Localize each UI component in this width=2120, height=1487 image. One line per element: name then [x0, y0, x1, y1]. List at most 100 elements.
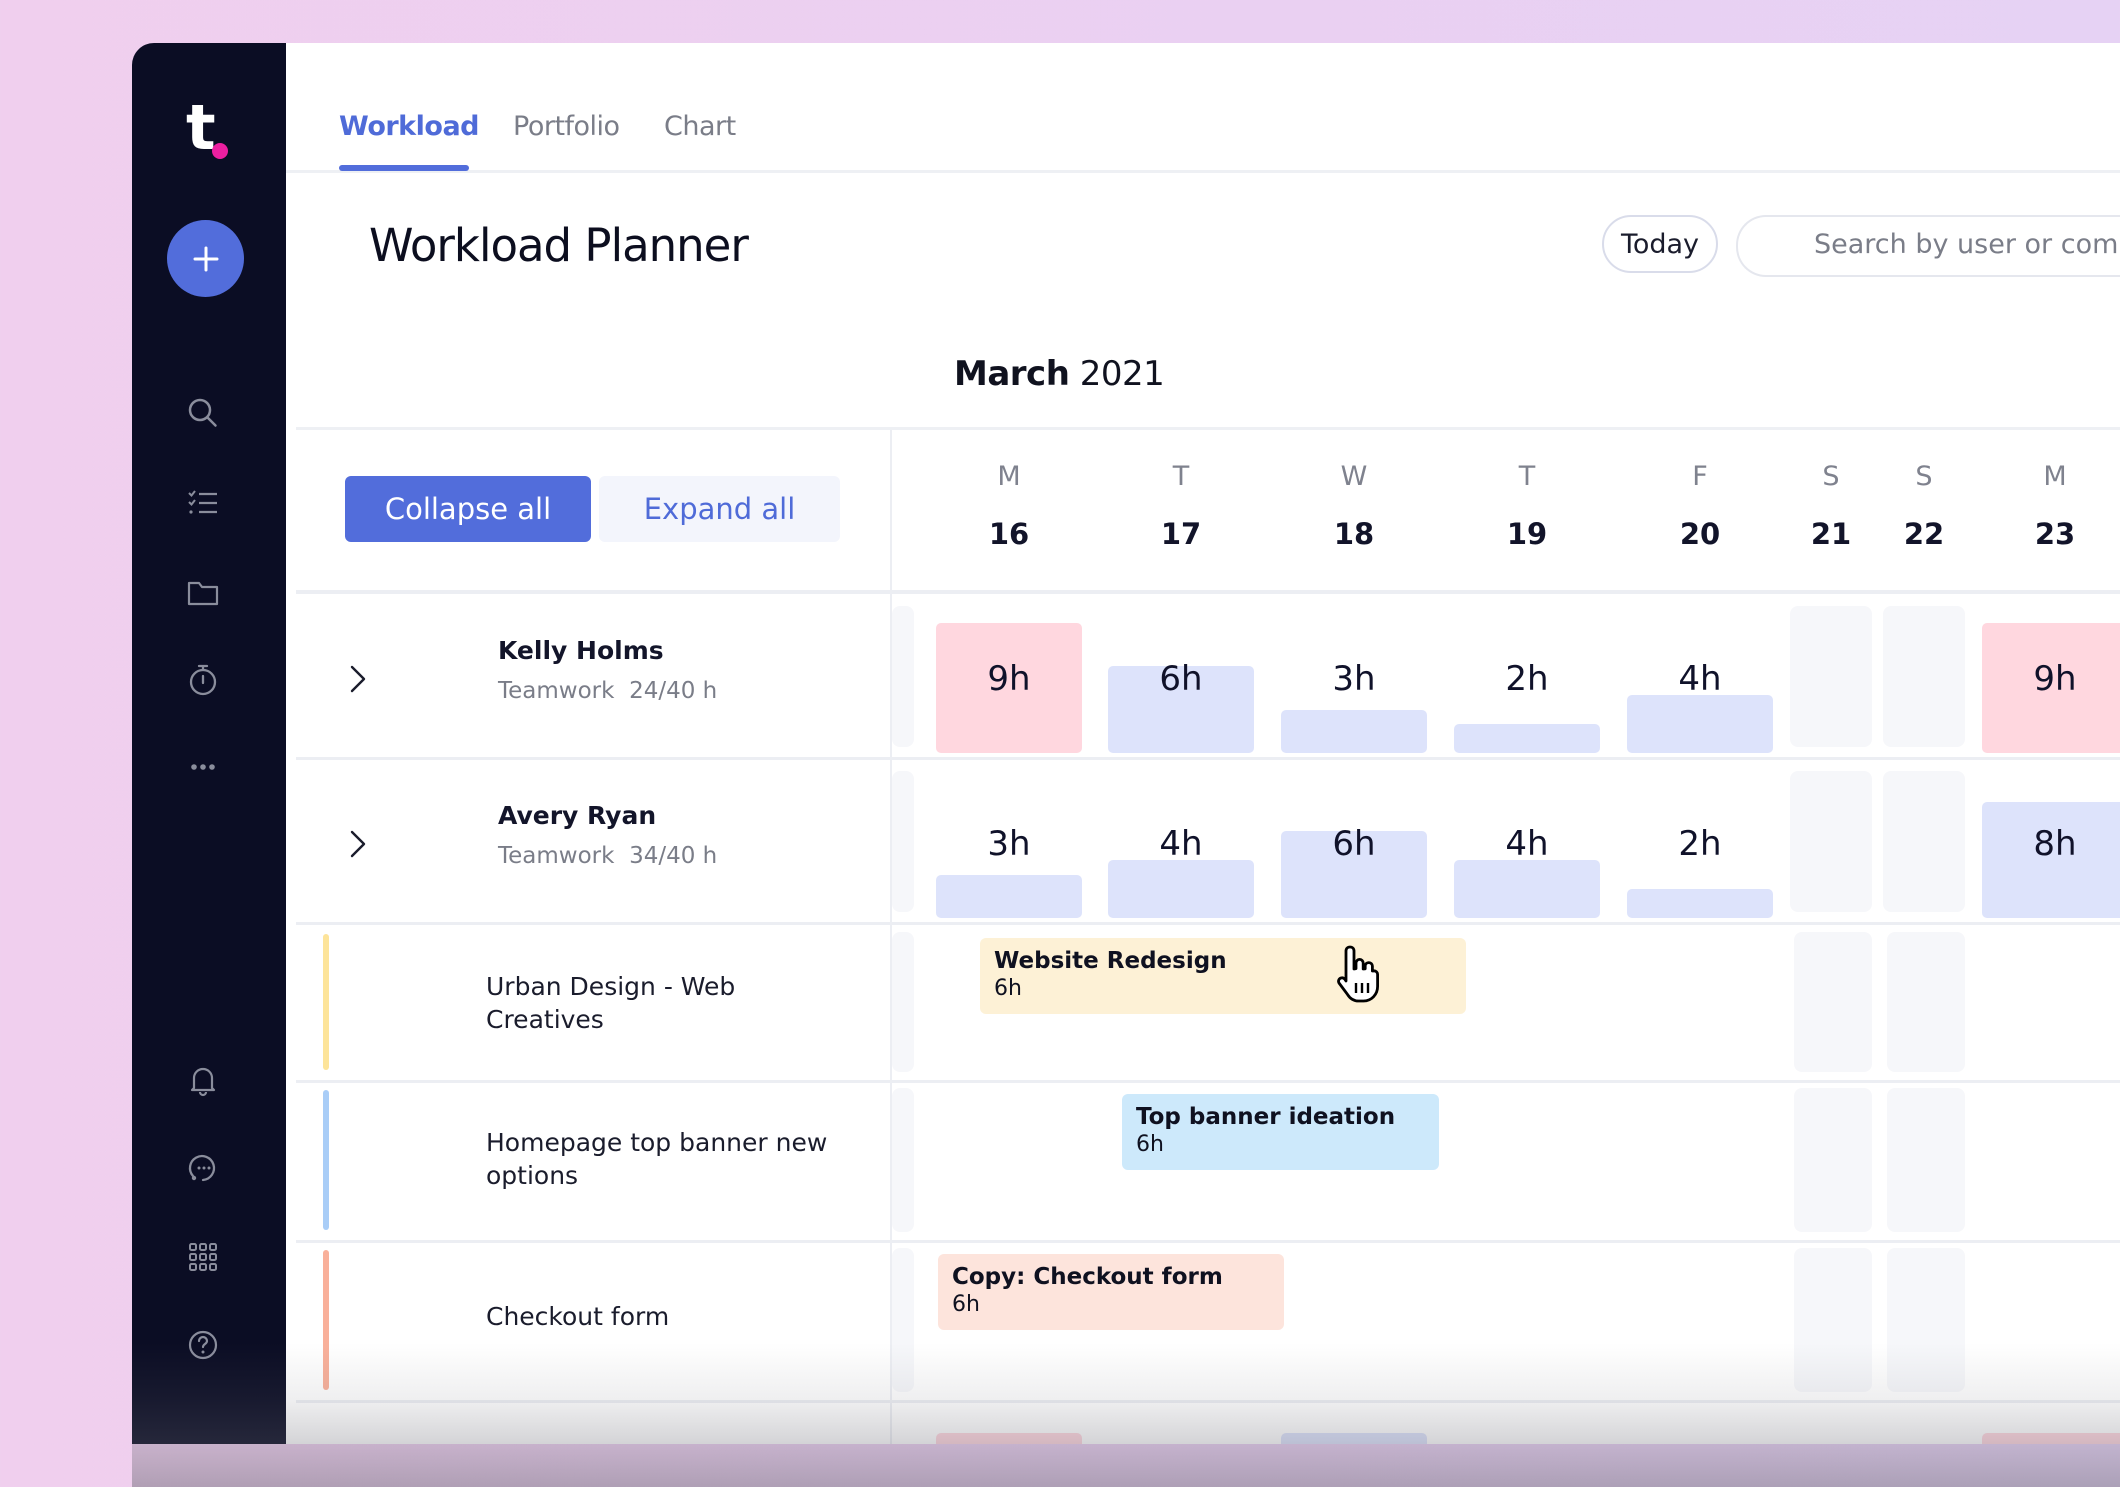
day-of-week: S [1915, 461, 1933, 492]
search-input[interactable] [1812, 228, 2120, 261]
expand-row-toggle[interactable] [346, 664, 370, 694]
workload-bar [936, 1433, 1082, 1444]
task-card[interactable]: Copy: Checkout form 6h [938, 1254, 1284, 1330]
day-of-week: M [2043, 461, 2067, 492]
capacity-hours: 34/40 h [629, 843, 718, 869]
workload-hours-label: 3h [1332, 659, 1376, 699]
weekend-cell [1794, 932, 1872, 1072]
sidebar-item-time[interactable] [179, 656, 227, 704]
weekend-cell [1887, 1088, 1965, 1232]
workload-hours-label: 9h [987, 659, 1031, 699]
project-name[interactable]: Checkout form [486, 1300, 846, 1333]
row-stub [892, 771, 914, 912]
search-field[interactable] [1736, 215, 2120, 277]
bell-icon [190, 1067, 216, 1097]
expand-row-toggle[interactable] [346, 829, 370, 859]
view-tabs: Workload Portfolio Chart [286, 43, 2120, 173]
workload-hours-label: 4h [1159, 824, 1203, 864]
day-of-week: S [1822, 461, 1840, 492]
plus-icon [193, 246, 218, 271]
project-name[interactable]: Urban Design - Web Creatives [486, 970, 846, 1036]
workload-bar[interactable] [1627, 889, 1773, 918]
weekend-cell [1794, 1088, 1872, 1232]
chevron-right-icon [350, 830, 366, 858]
month-year: 2021 [1079, 354, 1165, 394]
person-name[interactable]: Avery Ryan [498, 801, 656, 830]
month-name: March [954, 354, 1070, 394]
workload-hours-label: 6h [1332, 824, 1376, 864]
workload-hours-label: 6h [1159, 659, 1203, 699]
weekend-cell [1883, 606, 1965, 747]
workload-hours-label: 2h [1505, 659, 1549, 699]
sidebar: t [132, 43, 286, 1444]
expand-all-button[interactable]: Expand all [599, 476, 840, 542]
task-hours: 6h [952, 1292, 980, 1317]
tab-chart[interactable]: Chart [664, 111, 736, 142]
sidebar-item-more[interactable] [179, 743, 227, 791]
person-capacity: Teamwork 34/40 h [498, 843, 717, 869]
help-icon [188, 1330, 218, 1360]
day-of-week: T [1518, 461, 1536, 492]
task-card[interactable]: Top banner ideation 6h [1122, 1094, 1439, 1170]
main-content: Workload Portfolio Chart Workload Planne… [286, 43, 2120, 1444]
person-company: Teamwork [498, 843, 615, 869]
project-color-stripe [323, 1250, 329, 1390]
person-name[interactable]: Kelly Holms [498, 636, 664, 665]
sidebar-item-projects[interactable] [179, 569, 227, 617]
today-button[interactable]: Today [1602, 215, 1718, 273]
chat-icon [188, 1154, 216, 1182]
project-color-stripe [323, 934, 329, 1070]
sidebar-item-tasks[interactable] [179, 479, 227, 527]
row-divider [296, 922, 2120, 925]
weekend-cell [1883, 771, 1965, 912]
sidebar-item-search[interactable] [179, 389, 227, 437]
more-icon [191, 764, 215, 770]
sidebar-item-notifications[interactable] [179, 1056, 227, 1104]
day-of-week: F [1692, 461, 1708, 492]
row-stub [892, 606, 914, 747]
workload-bar[interactable] [1281, 710, 1427, 753]
add-new-button[interactable] [167, 220, 244, 297]
weekend-cell [1790, 771, 1872, 912]
hand-cursor-icon [1332, 941, 1388, 1005]
weekend-cell [1887, 1248, 1965, 1392]
capacity-hours: 24/40 h [629, 678, 718, 704]
task-title: Copy: Checkout form [952, 1264, 1223, 1290]
workload-bar[interactable] [1454, 724, 1600, 753]
tab-portfolio[interactable]: Portfolio [513, 111, 620, 142]
project-name[interactable]: Homepage top banner new options [486, 1126, 846, 1192]
day-number: 18 [1333, 517, 1375, 551]
search-icon [188, 398, 217, 427]
tab-workload[interactable]: Workload [339, 111, 480, 142]
workload-bar[interactable] [1108, 860, 1254, 918]
weekend-cell [1794, 1248, 1872, 1392]
stopwatch-icon [189, 664, 217, 696]
teamwork-logo[interactable]: t [186, 97, 256, 165]
grid-divider [296, 427, 2120, 430]
workload-bar[interactable] [936, 875, 1082, 918]
sidebar-item-help[interactable] [179, 1321, 227, 1369]
collapse-all-button[interactable]: Collapse all [345, 476, 591, 542]
day-number: 20 [1679, 517, 1721, 551]
workload-hours-label: 8h [2033, 824, 2077, 864]
workload-hours-label: 2h [1678, 824, 1722, 864]
task-title: Top banner ideation [1136, 1104, 1396, 1130]
project-color-stripe [323, 1090, 329, 1230]
day-number: 22 [1903, 517, 1945, 551]
weekend-cell [1887, 932, 1965, 1072]
person-capacity: Teamwork 24/40 h [498, 678, 717, 704]
row-stub [892, 932, 914, 1072]
workload-hours-label: 4h [1678, 659, 1722, 699]
sidebar-item-chat[interactable] [179, 1144, 227, 1192]
workload-bar[interactable] [1627, 695, 1773, 753]
month-label: March 2021 [954, 354, 1165, 394]
day-of-week: M [997, 461, 1021, 492]
active-tab-indicator [339, 165, 469, 171]
checklist-icon [188, 490, 217, 514]
day-of-week: W [1340, 461, 1368, 492]
task-hours: 6h [1136, 1132, 1164, 1157]
sidebar-item-apps[interactable] [179, 1233, 227, 1281]
workload-bar[interactable] [1454, 860, 1600, 918]
task-card[interactable]: Website Redesign 6h [980, 938, 1466, 1014]
row-divider [296, 1240, 2120, 1243]
